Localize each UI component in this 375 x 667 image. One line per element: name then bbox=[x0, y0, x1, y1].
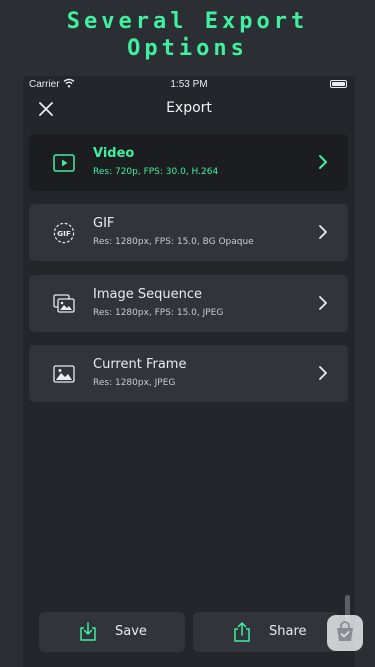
page-title: Export bbox=[166, 100, 212, 116]
video-icon bbox=[53, 152, 75, 174]
promo-title-line-1: Several Export bbox=[66, 9, 309, 34]
option-name: GIF bbox=[93, 216, 115, 231]
image-sequence-icon bbox=[53, 293, 75, 315]
option-details: Res: 1280px, JPEG bbox=[93, 378, 176, 388]
option-details: Res: 1280px, FPS: 15.0, BG Opaque bbox=[93, 237, 254, 247]
download-icon bbox=[79, 622, 97, 642]
option-details: Res: 720p, FPS: 30.0, H.264 bbox=[93, 167, 219, 177]
chevron-right-icon bbox=[316, 293, 330, 313]
option-details: Res: 1280px, FPS: 15.0, JPEG bbox=[93, 308, 224, 318]
gif-icon: GIF bbox=[53, 222, 75, 244]
export-option-current-frame[interactable]: Current Frame Res: 1280px, JPEG bbox=[29, 345, 348, 402]
chevron-right-icon bbox=[316, 222, 330, 242]
status-bar: Carrier 1:53 PM bbox=[23, 76, 355, 94]
option-name: Current Frame bbox=[93, 357, 187, 372]
promo-banner: Several Export Options bbox=[0, 0, 375, 76]
battery-icon bbox=[330, 80, 347, 88]
save-label: Save bbox=[115, 624, 147, 639]
share-icon bbox=[233, 622, 251, 642]
status-time: 1:53 PM bbox=[170, 79, 208, 90]
nav-bar: Export bbox=[23, 94, 355, 134]
image-icon bbox=[53, 363, 75, 385]
app-store-badge-icon bbox=[327, 615, 363, 651]
phone-screen: Carrier 1:53 PM Export Video Res: 720p, … bbox=[23, 76, 355, 667]
promo-title-line-2: Options bbox=[127, 36, 248, 61]
share-button[interactable]: Share bbox=[193, 612, 339, 652]
svg-text:GIF: GIF bbox=[57, 229, 71, 238]
export-option-gif[interactable]: GIF GIF Res: 1280px, FPS: 15.0, BG Opaqu… bbox=[29, 204, 348, 261]
chevron-right-icon bbox=[316, 152, 330, 172]
share-label: Share bbox=[269, 624, 307, 639]
option-name: Image Sequence bbox=[93, 287, 202, 302]
export-option-image-sequence[interactable]: Image Sequence Res: 1280px, FPS: 15.0, J… bbox=[29, 275, 348, 332]
chevron-right-icon bbox=[316, 363, 330, 383]
save-button[interactable]: Save bbox=[39, 612, 185, 652]
option-name: Video bbox=[93, 146, 135, 161]
export-option-video[interactable]: Video Res: 720p, FPS: 30.0, H.264 bbox=[29, 134, 348, 191]
